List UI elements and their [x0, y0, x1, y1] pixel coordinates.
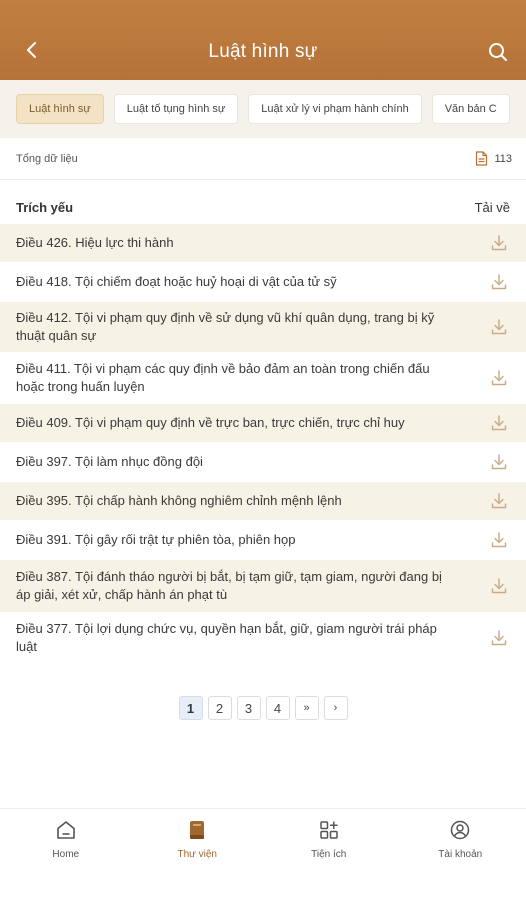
download-icon[interactable]	[490, 453, 508, 471]
list-item[interactable]: Điều 395. Tội chấp hành không nghiêm chỉ…	[0, 482, 526, 520]
download-icon[interactable]	[490, 414, 508, 432]
article-list: Điều 426. Hiệu lực thi hành Điều 418. Tộ…	[0, 224, 526, 664]
list-item[interactable]: Điều 391. Tội gây rối trật tự phiên tòa,…	[0, 520, 526, 560]
tab-van-ban[interactable]: Văn bản C	[431, 94, 510, 124]
column-download-header: Tải về	[474, 199, 510, 215]
nav-utilities-label: Tiện ích	[311, 849, 347, 860]
nav-home-label: Home	[52, 849, 80, 860]
download-icon[interactable]	[490, 577, 508, 595]
list-item-title: Điều 426. Hiệu lực thi hành	[16, 235, 174, 250]
tab-luat-hinh-su[interactable]: Luật hình sự	[16, 94, 104, 124]
list-item[interactable]: Điều 418. Tội chiếm đoạt hoặc huỷ hoại d…	[0, 262, 526, 302]
download-icon[interactable]	[490, 369, 508, 387]
summary-count: 113	[475, 151, 512, 166]
list-item-title: Điều 412. Tội vi phạm quy định về sử dụn…	[16, 310, 435, 343]
nav-utilities[interactable]: Tiện ích	[263, 809, 395, 900]
home-icon	[56, 821, 75, 839]
nav-account-label: Tài khoản	[438, 849, 483, 860]
bottom-nav: Home Thư viện Tiện ích Tài khoản	[0, 808, 526, 900]
download-icon[interactable]	[490, 492, 508, 510]
column-title-header: Trích yếu	[16, 199, 74, 215]
list-item[interactable]: Điều 377. Tội lợi dụng chức vụ, quyền hạ…	[0, 612, 526, 664]
list-item[interactable]: Điều 411. Tội vi phạm các quy định về bả…	[0, 352, 526, 404]
nav-library-label: Thư viện	[177, 849, 218, 860]
tab-luat-xu-ly-vi-pham[interactable]: Luật xử lý vi phạm hành chính	[248, 94, 422, 124]
list-item-title: Điều 397. Tội làm nhục đồng đội	[16, 454, 203, 469]
nav-home[interactable]: Home	[0, 809, 132, 900]
search-icon[interactable]	[486, 40, 510, 64]
account-icon	[451, 820, 470, 840]
page-1-button[interactable]: 1	[178, 696, 203, 720]
tab-luat-to-tung-hinh-su[interactable]: Luật tố tụng hình sự	[113, 94, 239, 124]
list-item[interactable]: Điều 426. Hiệu lực thi hành	[0, 224, 526, 262]
nav-library[interactable]: Thư viện	[132, 809, 264, 900]
list-item-title: Điều 395. Tội chấp hành không nghiêm chỉ…	[16, 493, 342, 508]
chevron-left-icon[interactable]	[20, 38, 44, 62]
list-item-title: Điều 411. Tội vi phạm các quy định về bả…	[16, 361, 430, 394]
summary-label: Tổng dữ liệu	[16, 152, 78, 165]
download-icon[interactable]	[490, 318, 508, 336]
data-summary: Tổng dữ liệu 113	[0, 138, 526, 180]
apps-icon	[320, 821, 338, 839]
list-item[interactable]: Điều 412. Tội vi phạm quy định về sử dụn…	[0, 302, 526, 352]
download-icon[interactable]	[490, 273, 508, 291]
page-4-button[interactable]: 4	[265, 696, 290, 720]
page-2-button[interactable]: 2	[207, 696, 232, 720]
page-title: Luật hình sự	[208, 41, 318, 62]
next-page-button[interactable]: ›	[323, 696, 348, 720]
list-item[interactable]: Điều 387. Tội đánh tháo người bị bắt, bị…	[0, 560, 526, 612]
list-header: Trích yếu Tải về	[0, 190, 526, 224]
list-item-title: Điều 409. Tội vi phạm quy định về trực b…	[16, 415, 405, 430]
list-item-title: Điều 391. Tội gây rối trật tự phiên tòa,…	[16, 532, 296, 547]
list-item-title: Điều 387. Tội đánh tháo người bị bắt, bị…	[16, 569, 442, 602]
last-page-button[interactable]: »	[294, 696, 319, 720]
list-item-title: Điều 418. Tội chiếm đoạt hoặc huỷ hoại d…	[16, 274, 337, 289]
category-tabs: Luật hình sự Luật tố tụng hình sự Luật x…	[0, 80, 526, 138]
summary-count-value: 113	[494, 152, 512, 165]
download-icon[interactable]	[490, 531, 508, 549]
nav-account[interactable]: Tài khoản	[395, 809, 526, 900]
app-header: Luật hình sự	[0, 0, 526, 80]
pagination: 1 2 3 4 » ›	[0, 696, 526, 720]
download-icon[interactable]	[490, 629, 508, 647]
list-item-title: Điều 377. Tội lợi dụng chức vụ, quyền hạ…	[16, 621, 437, 654]
page-3-button[interactable]: 3	[236, 696, 261, 720]
list-item[interactable]: Điều 397. Tội làm nhục đồng đội	[0, 442, 526, 482]
book-icon	[190, 821, 205, 839]
document-icon	[476, 151, 488, 166]
list-item[interactable]: Điều 409. Tội vi phạm quy định về trực b…	[0, 404, 526, 442]
download-icon[interactable]	[490, 234, 508, 252]
